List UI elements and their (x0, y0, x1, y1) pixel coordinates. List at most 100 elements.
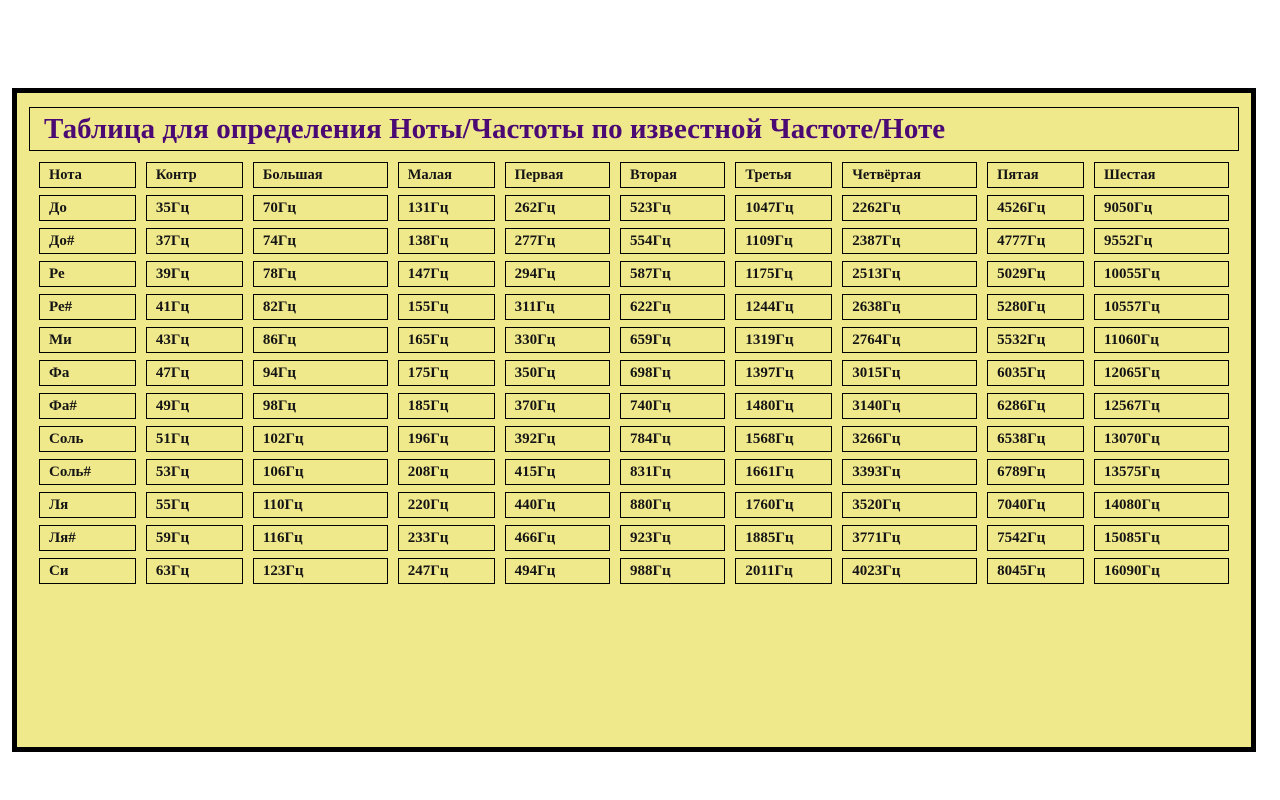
page-title: Таблица для определения Ноты/Частоты по … (44, 112, 946, 145)
frequency-cell: 131Гц (397, 195, 495, 221)
frequency-cell: 16090Гц (1094, 558, 1229, 584)
frequency-cell: 7040Гц (987, 492, 1085, 518)
frequency-cell: 53Гц (145, 459, 243, 485)
note-name-cell: До# (39, 228, 136, 254)
frequency-cell: 37Гц (145, 228, 243, 254)
frequency-cell: 3520Гц (842, 492, 978, 518)
frequency-cell: 78Гц (252, 261, 388, 287)
frequency-cell: 1244Гц (735, 294, 833, 320)
frequency-cell: 554Гц (619, 228, 726, 254)
frequency-cell: 116Гц (252, 525, 388, 551)
frequency-cell: 220Гц (397, 492, 495, 518)
frequency-cell: 311Гц (504, 294, 610, 320)
column-header-0: Нота (39, 162, 136, 188)
frequency-cell: 6035Гц (987, 360, 1085, 386)
frequency-cell: 784Гц (619, 426, 726, 452)
frequency-cell: 277Гц (504, 228, 610, 254)
frequency-cell: 12065Гц (1094, 360, 1229, 386)
page-root: Таблица для определения Ноты/Частоты по … (0, 0, 1280, 800)
column-header-6: Третья (735, 162, 833, 188)
frequency-cell: 7542Гц (987, 525, 1085, 551)
table-frame: Таблица для определения Ноты/Частоты по … (12, 88, 1256, 752)
note-name-cell: Ля# (39, 525, 136, 551)
table-row: Ля 55Гц 110Гц 220Гц 440Гц 880Гц 1760Гц 3520Гц 70… (39, 492, 1229, 518)
column-header-4: Первая (504, 162, 610, 188)
frequency-cell: 740Гц (619, 393, 726, 419)
frequency-cell: 165Гц (397, 327, 495, 353)
note-name-cell: Соль# (39, 459, 136, 485)
frequency-cell: 8045Гц (987, 558, 1085, 584)
frequency-cell: 6789Гц (987, 459, 1085, 485)
frequency-cell: 13070Гц (1094, 426, 1229, 452)
frequency-cell: 110Гц (252, 492, 388, 518)
frequency-cell: 5532Гц (987, 327, 1085, 353)
table-row: Си 63Гц 123Гц 247Гц 494Гц 988Гц 2011Гц 4023Гц 80… (39, 558, 1229, 584)
frequency-cell: 3771Гц (842, 525, 978, 551)
note-name-cell: Ре# (39, 294, 136, 320)
frequency-cell: 11060Гц (1094, 327, 1229, 353)
frequency-cell: 2262Гц (842, 195, 978, 221)
frequency-cell: 63Гц (145, 558, 243, 584)
note-name-cell: Соль (39, 426, 136, 452)
table-panel: Таблица для определения Ноты/Частоты по … (17, 93, 1251, 747)
note-name-cell: До (39, 195, 136, 221)
frequency-cell: 440Гц (504, 492, 610, 518)
table-body: До 35Гц 70Гц 131Гц 262Гц 523Гц 1047Гц 2262Гц 452… (39, 195, 1229, 584)
frequency-cell: 3140Гц (842, 393, 978, 419)
frequency-cell: 4777Гц (987, 228, 1085, 254)
note-name-cell: Фа (39, 360, 136, 386)
frequency-cell: 35Гц (145, 195, 243, 221)
frequency-cell: 2513Гц (842, 261, 978, 287)
frequency-cell: 102Гц (252, 426, 388, 452)
frequency-cell: 831Гц (619, 459, 726, 485)
frequency-cell: 3015Гц (842, 360, 978, 386)
table-row: До 35Гц 70Гц 131Гц 262Гц 523Гц 1047Гц 2262Гц 452… (39, 195, 1229, 221)
frequency-cell: 1047Гц (735, 195, 833, 221)
note-name-cell: Си (39, 558, 136, 584)
table-row: Соль 51Гц 102Гц 196Гц 392Гц 784Гц 1568Гц 3266Гц… (39, 426, 1229, 452)
table-row: До# 37Гц 74Гц 138Гц 277Гц 554Гц 1109Гц 2387Гц 47… (39, 228, 1229, 254)
frequency-cell: 1885Гц (735, 525, 833, 551)
frequency-cell: 392Гц (504, 426, 610, 452)
frequency-cell: 370Гц (504, 393, 610, 419)
frequency-cell: 233Гц (397, 525, 495, 551)
frequency-cell: 587Гц (619, 261, 726, 287)
table-row: Ре 39Гц 78Гц 147Гц 294Гц 587Гц 1175Гц 2513Гц 502… (39, 261, 1229, 287)
frequency-cell: 106Гц (252, 459, 388, 485)
frequency-cell: 330Гц (504, 327, 610, 353)
frequency-cell: 47Гц (145, 360, 243, 386)
table-row: Ми 43Гц 86Гц 165Гц 330Гц 659Гц 1319Гц 2764Гц 553… (39, 327, 1229, 353)
frequency-cell: 466Гц (504, 525, 610, 551)
frequency-cell: 294Гц (504, 261, 610, 287)
note-name-cell: Фа# (39, 393, 136, 419)
frequency-cell: 4023Гц (842, 558, 978, 584)
frequency-cell: 138Гц (397, 228, 495, 254)
table-header: Нота Контр Большая Малая Первая Вторая Третья Ч… (39, 162, 1229, 188)
frequency-cell: 415Гц (504, 459, 610, 485)
frequency-cell: 14080Гц (1094, 492, 1229, 518)
frequency-cell: 1109Гц (735, 228, 833, 254)
frequency-cell: 9552Гц (1094, 228, 1229, 254)
frequency-cell: 1175Гц (735, 261, 833, 287)
frequency-cell: 2011Гц (735, 558, 833, 584)
frequency-cell: 6286Гц (987, 393, 1085, 419)
frequency-cell: 41Гц (145, 294, 243, 320)
frequency-cell: 3266Гц (842, 426, 978, 452)
table-row: Ре# 41Гц 82Гц 155Гц 311Гц 622Гц 1244Гц 2638Гц 52… (39, 294, 1229, 320)
frequency-cell: 74Гц (252, 228, 388, 254)
frequency-cell: 51Гц (145, 426, 243, 452)
frequency-cell: 350Гц (504, 360, 610, 386)
frequency-cell: 147Гц (397, 261, 495, 287)
column-header-2: Большая (252, 162, 388, 188)
frequency-cell: 59Гц (145, 525, 243, 551)
frequency-cell: 1568Гц (735, 426, 833, 452)
note-name-cell: Ре (39, 261, 136, 287)
frequency-cell: 494Гц (504, 558, 610, 584)
frequency-cell: 94Гц (252, 360, 388, 386)
note-name-cell: Ля (39, 492, 136, 518)
frequency-cell: 1480Гц (735, 393, 833, 419)
frequency-cell: 196Гц (397, 426, 495, 452)
frequency-cell: 2638Гц (842, 294, 978, 320)
frequency-cell: 262Гц (504, 195, 610, 221)
frequency-cell: 6538Гц (987, 426, 1085, 452)
